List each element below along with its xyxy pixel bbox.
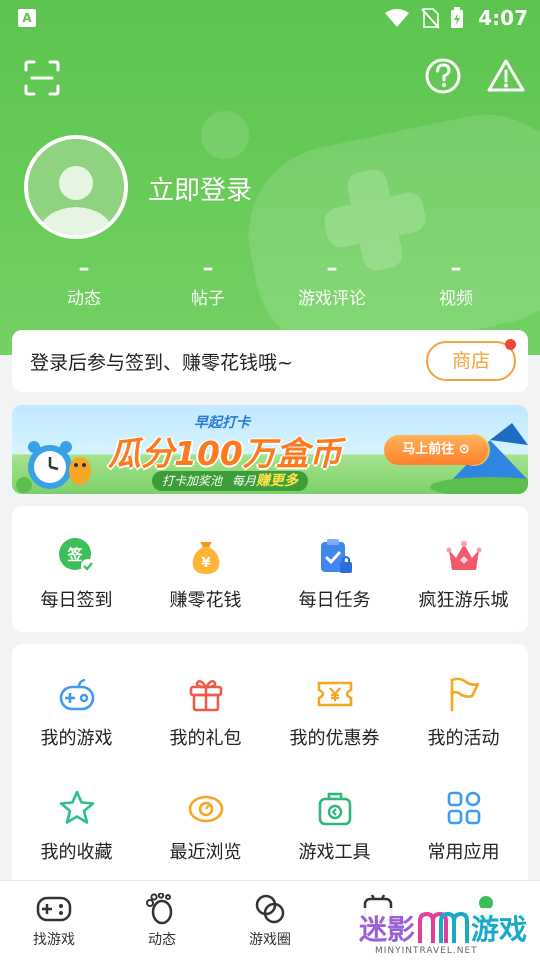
wifi-icon (385, 9, 410, 27)
banner-tagline-left: 打卡加奖池 (162, 474, 223, 488)
quick-actions-card: 签 每日签到 ¥ 赚零花钱 每日任务 疯狂游乐城 (12, 506, 528, 632)
stat-videos[interactable]: – 视频 (394, 258, 518, 318)
shop-button-label: 商店 (451, 350, 490, 372)
daily-signin-item[interactable]: 签 每日签到 (12, 536, 141, 612)
my-activities-item[interactable]: 我的活动 (399, 674, 528, 750)
grid-item-label: 我的活动 (427, 728, 500, 749)
my-items-card: 我的游戏 我的礼包 我的优惠券 我的活动 我的收藏 最近浏览 游戏工具 常用应用 (12, 644, 528, 894)
stat-label: 帖子 (191, 289, 225, 309)
profile-stats: – 动态 – 帖子 – 游戏评论 – 视频 (22, 258, 518, 318)
svg-text:签: 签 (66, 546, 83, 564)
star-icon (59, 790, 94, 824)
banner-go-button[interactable]: 马上前往 ⊙ (384, 435, 488, 465)
help-icon[interactable] (423, 56, 463, 96)
circle-link-icon (255, 894, 285, 924)
watermark-brand-right: 游戏 (471, 913, 528, 946)
promo-banner[interactable]: 早起打卡 瓜分100万盒币 打卡加奖池 每月赚更多 马上前往 ⊙ (12, 405, 528, 494)
stat-posts-dynamic[interactable]: – 动态 (22, 258, 146, 318)
game-tools-item[interactable]: 游戏工具 (270, 788, 399, 864)
daily-task-item[interactable]: 每日任务 (270, 536, 399, 612)
watermark-brand-left: 迷影 (359, 913, 416, 946)
gift-icon (189, 680, 222, 712)
banner-title: 瓜分100万盒币 (108, 434, 342, 473)
footprint-icon (146, 893, 173, 925)
grid-item-label: 赚零花钱 (169, 590, 242, 611)
clock: 4:07 (478, 6, 528, 30)
login-link[interactable]: 立即登录 (148, 170, 252, 207)
gamepad-tab-icon (36, 896, 72, 922)
flag-icon (450, 677, 479, 712)
banner-tagline-mid: 每月 (232, 474, 257, 488)
eye-icon (188, 795, 223, 823)
avatar[interactable] (24, 135, 128, 239)
notification-dot (505, 339, 516, 350)
toolbox-icon (318, 792, 351, 826)
battery-charging-icon (451, 7, 464, 28)
tab-game-circle[interactable]: 游戏圈 (216, 881, 324, 960)
task-clipboard-icon (320, 539, 352, 573)
tab-label: 找游戏 (33, 932, 75, 948)
status-bar: A 4:07 (0, 0, 540, 36)
svg-text:¥: ¥ (201, 556, 210, 571)
default-avatar-icon (28, 139, 124, 235)
grid-item-label: 游戏工具 (298, 842, 371, 863)
signin-prompt-text: 登录后参与签到、赚零花钱哦~ (30, 352, 293, 374)
my-favorites-item[interactable]: 我的收藏 (12, 788, 141, 864)
grid-item-label: 每日任务 (298, 590, 371, 611)
banner-tagline: 打卡加奖池 每月赚更多 (152, 471, 309, 491)
watermark-url: MINYINTRAVEL.NET (375, 946, 478, 956)
my-games-item[interactable]: 我的游戏 (12, 674, 141, 750)
stat-value: – (78, 256, 90, 281)
no-sim-icon (421, 8, 440, 29)
grid-item-label: 我的礼包 (169, 728, 242, 749)
watermark-logo-icon (418, 911, 469, 943)
notification-badge-icon: A (18, 9, 36, 27)
tab-label: 游戏圈 (249, 932, 291, 948)
grid-item-label: 最近浏览 (169, 842, 242, 863)
stat-game-reviews[interactable]: – 游戏评论 (270, 258, 394, 318)
stat-threads[interactable]: – 帖子 (146, 258, 270, 318)
site-watermark: 迷影 游戏 MINYINTRAVEL.NET (355, 908, 540, 960)
warning-icon[interactable] (486, 56, 526, 96)
recent-views-item[interactable]: 最近浏览 (141, 788, 270, 864)
scan-icon[interactable] (22, 58, 62, 98)
stat-value: – (326, 256, 338, 281)
signin-prompt-card: 登录后参与签到、赚零花钱哦~ 商店 (12, 330, 528, 392)
grid-item-label: 我的优惠券 (289, 728, 380, 749)
stat-value: – (202, 256, 214, 281)
earn-money-item[interactable]: ¥ 赚零花钱 (141, 536, 270, 612)
grid-item-label: 常用应用 (427, 842, 500, 863)
grid-item-label: 每日签到 (40, 590, 113, 611)
crown-icon (446, 541, 481, 570)
apps-grid-icon (447, 791, 480, 825)
grid-item-label: 疯狂游乐城 (418, 590, 509, 611)
my-gifts-item[interactable]: 我的礼包 (141, 674, 270, 750)
profile-header: A 4:07 立即登录 – 动态 – 帖子 – 游戏评论 – 视频 (0, 0, 540, 355)
shop-button[interactable]: 商店 (426, 339, 516, 381)
grid-item-label: 我的游戏 (40, 728, 113, 749)
stat-value: – (450, 256, 462, 281)
grid-item-label: 我的收藏 (40, 842, 113, 863)
my-coupons-item[interactable]: 我的优惠券 (270, 674, 399, 750)
stat-label: 游戏评论 (298, 289, 366, 309)
stat-label: 视频 (439, 289, 473, 309)
common-apps-item[interactable]: 常用应用 (399, 788, 528, 864)
tab-feed[interactable]: 动态 (108, 881, 216, 960)
tab-find-games[interactable]: 找游戏 (0, 881, 108, 960)
tab-label: 动态 (148, 932, 176, 948)
fun-city-item[interactable]: 疯狂游乐城 (399, 536, 528, 612)
sign-in-icon: 签 (58, 538, 95, 573)
money-bag-icon: ¥ (192, 542, 219, 574)
gamepad-icon (59, 678, 94, 711)
stat-label: 动态 (67, 289, 101, 309)
coupon-icon (317, 681, 352, 707)
banner-tagline-highlight: 赚更多 (256, 473, 299, 489)
